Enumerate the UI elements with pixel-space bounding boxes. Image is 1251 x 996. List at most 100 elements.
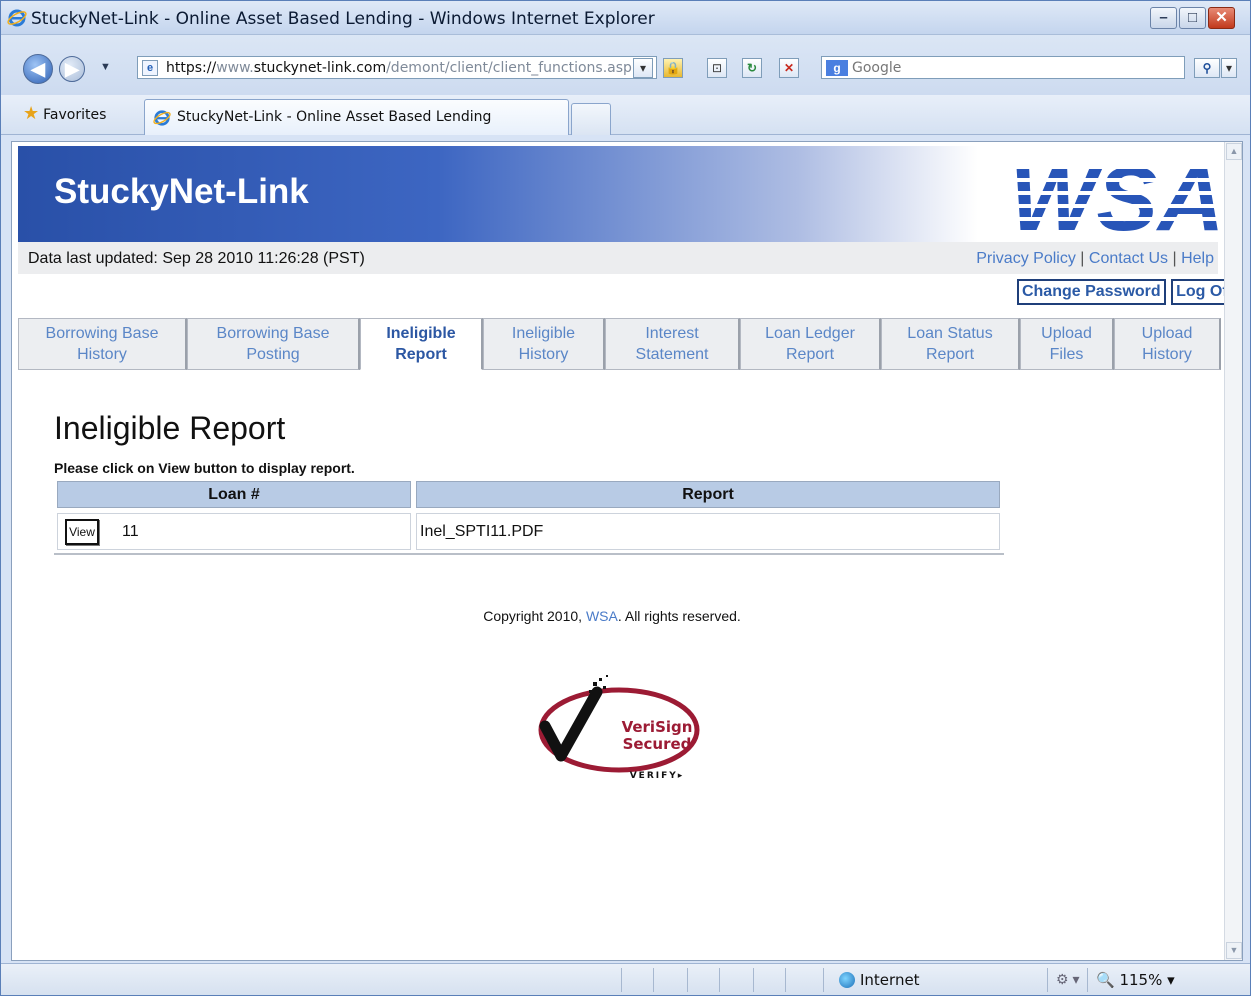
zoom-level: 115% [1119,971,1163,989]
search-placeholder: Google [852,60,902,76]
copyright-suffix: . All rights reserved. [617,608,741,624]
tab-ineligible-report[interactable]: Ineligible Report [360,318,483,370]
compatibility-view-icon[interactable]: ⊡ [707,58,727,78]
browser-tab-title: StuckyNet-Link - Online Asset Based Lend… [177,109,492,125]
star-icon: ★ [23,103,40,124]
globe-icon [839,972,855,988]
tab-upload-history[interactable]: Upload History [1114,318,1221,370]
account-buttons: Change Password Log Off [1016,279,1238,305]
copyright-text: Copyright 2010, WSA. All rights reserved… [12,608,1212,624]
new-tab-button[interactable] [571,103,611,135]
favorites-bar: ★ Favorites StuckyNet-Link - Online Asset… [1,95,1250,135]
ie-logo-icon [7,9,27,27]
report-table: Loan # Report View 11 Inel_SPTI11.PDF [54,481,1004,555]
vertical-scrollbar[interactable]: ▲ ▼ [1224,142,1242,960]
protected-mode-icon[interactable]: ⚙ ▾ [1056,971,1079,988]
tab-loan-ledger-report[interactable]: Loan Ledger Report [740,318,881,370]
tab-label-line1: Loan Ledger [765,325,855,342]
tab-ineligible-history[interactable]: Ineligible History [483,318,605,370]
site-banner: StuckyNet-Link WSA [18,146,1222,242]
tab-label-line2: Posting [246,346,300,363]
title-bar: StuckyNet-Link - Online Asset Based Lend… [1,1,1250,35]
page-title: Ineligible Report [54,410,286,446]
tab-label-line2: Report [395,346,447,363]
tab-label-line1: Ineligible [386,325,456,342]
tab-label-line2: Report [785,346,835,363]
wsa-link[interactable]: WSA [586,608,618,624]
tab-label-line2: History [1142,346,1192,363]
tab-label-line1: Interest [645,325,699,342]
tab-label-line1: Loan Status [907,325,993,342]
window-title: StuckyNet-Link - Online Asset Based Lend… [31,9,655,29]
search-options-icon[interactable]: ▾ [1221,58,1237,78]
tab-borrowing-base-posting[interactable]: Borrowing Base Posting [187,318,360,370]
page-viewport: StuckyNet-Link WSA Data last updated: Se… [11,141,1243,961]
table-cell-report: Inel_SPTI11.PDF [416,513,1000,550]
address-url[interactable]: https://www.stuckynet-link.com/demont/cl… [166,60,632,76]
ie-tab-icon [153,110,171,126]
address-dropdown-button[interactable]: ▾ [633,58,653,78]
tab-label-line2: Report [925,346,975,363]
security-zone[interactable]: Internet [839,971,920,989]
search-icon[interactable]: ⚲ [1194,58,1220,78]
back-button[interactable]: ◀ [23,54,53,84]
site-brand: StuckyNet-Link [54,172,309,211]
info-bar: Data last updated: Sep 28 2010 11:26:28 … [18,242,1218,274]
scroll-down-arrow-icon[interactable]: ▼ [1226,942,1242,959]
function-tabs: Borrowing Base History Borrowing Base Po… [18,318,1221,370]
top-links: Privacy Policy | Contact Us | Help [976,250,1214,268]
address-bar[interactable]: e https://www.stuckynet-link.com/demont/… [137,56,657,79]
search-box[interactable]: g Google [821,56,1185,79]
tab-label-line2: Files [1049,346,1084,363]
lock-icon[interactable]: 🔒 [663,58,683,78]
forward-button[interactable]: ▶ [59,56,85,82]
status-bar: Internet ⚙ ▾ 🔍 115% ▾ [1,963,1250,995]
page-icon: e [142,60,158,76]
tab-interest-statement[interactable]: Interest Statement [605,318,740,370]
svg-text:Secured: Secured [623,735,692,753]
browser-window: StuckyNet-Link - Online Asset Based Lend… [0,0,1251,996]
loan-number: 11 [122,523,139,540]
stop-icon[interactable]: ✕ [779,58,799,78]
tab-label-line1: Upload [1141,325,1193,342]
column-header-loan: Loan # [57,481,411,508]
help-link[interactable]: Help [1181,250,1214,267]
tab-label-line2: History [77,346,127,363]
wsa-logo: WSA [1012,154,1222,238]
tab-loan-status-report[interactable]: Loan Status Report [881,318,1020,370]
svg-text:VERIFY▸: VERIFY▸ [630,771,685,781]
zoom-icon: 🔍 [1096,971,1115,989]
tab-label-line2: History [518,346,569,363]
scroll-up-arrow-icon[interactable]: ▲ [1226,143,1242,160]
tab-label-line1: Borrowing Base [45,325,159,342]
privacy-policy-link[interactable]: Privacy Policy [976,250,1076,267]
instruction-text: Please click on View button to display r… [54,460,355,476]
data-updated-text: Data last updated: Sep 28 2010 11:26:28 … [28,250,365,267]
favorites-button[interactable]: ★ Favorites [23,103,106,124]
tab-label-line1: Ineligible [511,325,576,342]
google-icon: g [826,60,848,76]
refresh-icon[interactable]: ↻ [742,58,762,78]
report-filename: Inel_SPTI11.PDF [420,523,544,540]
contact-us-link[interactable]: Contact Us [1089,250,1168,267]
svg-text:VeriSign: VeriSign [622,718,693,736]
history-dropdown-icon[interactable]: ▼ [100,61,111,73]
column-header-report: Report [416,481,1000,508]
table-cell-loan: View 11 [57,513,411,550]
tab-upload-files[interactable]: Upload Files [1020,318,1114,370]
browser-tab-active[interactable]: StuckyNet-Link - Online Asset Based Lend… [144,99,569,135]
tab-label-line1: Borrowing Base [216,325,330,342]
zoom-control[interactable]: 🔍 115% ▾ [1096,971,1175,989]
copyright-prefix: Copyright 2010, [483,608,586,624]
minimize-button[interactable]: – [1150,7,1177,29]
zone-label: Internet [860,971,920,989]
change-password-button[interactable]: Change Password [1016,279,1166,305]
link-separator: | [1172,250,1177,267]
view-button[interactable]: View [65,519,99,545]
tab-label-line2: Statement [635,346,709,363]
close-button[interactable]: ✕ [1208,7,1235,29]
tab-label-line1: Upload [1041,325,1092,342]
verisign-seal[interactable]: VeriSign Secured VERIFY▸ [527,672,707,782]
tab-borrowing-base-history[interactable]: Borrowing Base History [18,318,187,370]
maximize-button[interactable]: □ [1179,7,1206,29]
